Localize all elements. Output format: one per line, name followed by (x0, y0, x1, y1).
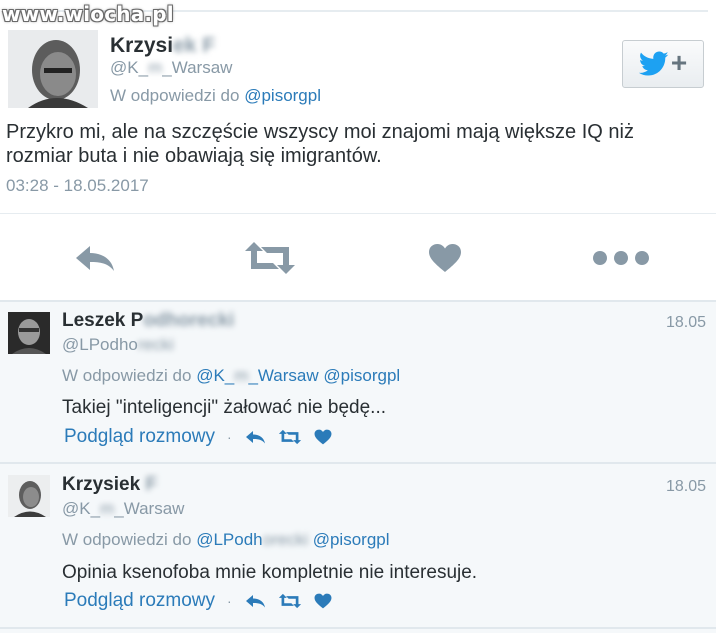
reply-text: Opinia ksenofoba mnie kompletnie nie int… (62, 562, 478, 583)
handle-hidden: m (100, 499, 115, 518)
reply-author-handle[interactable]: @K_m_Warsaw (62, 499, 184, 519)
author-handle[interactable]: @K_m_Warsaw (110, 58, 232, 78)
like-button[interactable] (314, 429, 332, 445)
reply-icon (245, 431, 265, 444)
follow-plus: + (670, 46, 688, 78)
reply-date[interactable]: 18.05 (666, 314, 706, 332)
author-name-text: Krzysi (110, 34, 174, 57)
watermark: www.wiocha.pl (2, 2, 174, 26)
handle-end: _Warsaw (162, 58, 233, 77)
handle-start: @K_ (110, 58, 149, 77)
author-name[interactable]: Krzysiek F (110, 34, 215, 58)
reply-author-name-hidden: F (145, 474, 158, 495)
divider (0, 213, 716, 214)
author-name-hidden: ek F (173, 34, 216, 57)
avatar[interactable] (8, 312, 50, 354)
reply-to-start: @LPodh (196, 530, 263, 549)
reply-prefix: W odpowiedzi do (62, 530, 192, 549)
reply-to-link[interactable]: @pisorgpl (244, 86, 321, 105)
follow-button[interactable]: + (622, 40, 704, 88)
divider (0, 300, 716, 302)
tweet-text: Przykro mi, ale na szczęście wszyscy moi… (6, 121, 634, 167)
reply-to-link[interactable]: @pisorgpl (313, 530, 390, 549)
reply-actions: Podgląd rozmowy · (64, 590, 332, 612)
handle-end: _Warsaw (114, 499, 185, 518)
reply-author-name-text: Leszek P (62, 310, 144, 331)
replies-list: Leszek Podhorecki @LPodhorecki 18.05 W o… (0, 300, 716, 633)
reply-context: W odpowiedzi do @pisorgpl (110, 86, 321, 106)
reply-actions: Podgląd rozmowy · (64, 426, 332, 448)
view-conversation-link[interactable]: Podgląd rozmowy (64, 426, 215, 448)
reply-button[interactable] (244, 593, 266, 609)
reply-prefix: W odpowiedzi do (110, 86, 240, 105)
tweet-timestamp[interactable]: 03:28 - 18.05.2017 (6, 176, 149, 196)
more-button[interactable] (588, 240, 654, 276)
reply-context: W odpowiedzi do @K_m_Warsaw @pisorgpl (62, 366, 400, 386)
reply-author-name-hidden: odhorecki (143, 310, 235, 331)
reply-to-end: _Warsaw (248, 366, 319, 385)
reply-to-start: @K_ (196, 366, 235, 385)
reply-author-name-text: Krzysiek (62, 474, 141, 495)
handle-hidden: recki (137, 335, 174, 354)
reply-button[interactable] (244, 429, 266, 445)
twitter-bird-icon (638, 51, 669, 76)
like-icon (429, 244, 461, 272)
separator-dot: · (227, 593, 232, 609)
reply-author-name[interactable]: Krzysiek F (62, 474, 157, 496)
reply-prefix: W odpowiedzi do (62, 366, 192, 385)
retweet-button[interactable] (278, 429, 302, 445)
retweet-icon (245, 242, 295, 274)
avatar[interactable] (8, 30, 98, 108)
reply-text: Takiej "inteligencji" żałować nie będę..… (62, 397, 387, 418)
handle-start: @K_ (62, 499, 101, 518)
main-tweet: Krzysiek F @K_m_Warsaw W odpowiedzi do @… (0, 0, 716, 300)
reply-date[interactable]: 18.05 (666, 478, 706, 496)
reply-button[interactable] (66, 240, 122, 276)
handle-start: @LPodho (62, 335, 138, 354)
like-button[interactable] (420, 240, 470, 276)
avatar[interactable] (8, 475, 50, 517)
reply-to-link[interactable]: @pisorgpl (323, 366, 400, 385)
handle-hidden: m (148, 58, 163, 77)
reply-to-link[interactable]: @LPodhorecki (196, 530, 308, 549)
retweet-button[interactable] (278, 593, 302, 609)
reply-to-hidden: orecki (262, 530, 308, 549)
reply-icon (76, 246, 114, 271)
retweet-button[interactable] (240, 240, 300, 276)
like-button[interactable] (314, 593, 332, 609)
reply-author-handle[interactable]: @LPodhorecki (62, 335, 174, 355)
reply-author-name[interactable]: Leszek Podhorecki (62, 310, 234, 332)
divider (0, 627, 716, 629)
reply-to-link[interactable]: @K_m_Warsaw (196, 366, 318, 385)
retweet-icon (278, 429, 301, 445)
divider (0, 462, 716, 464)
view-conversation-link[interactable]: Podgląd rozmowy (64, 590, 215, 612)
like-icon (314, 429, 332, 445)
reply-context: W odpowiedzi do @LPodhorecki @pisorgpl (62, 530, 390, 550)
reply-to-hidden: m (234, 366, 249, 385)
separator-dot: · (227, 429, 232, 445)
like-icon (314, 593, 332, 609)
retweet-icon (278, 593, 301, 609)
reply-icon (245, 595, 265, 608)
more-icon (593, 251, 649, 265)
